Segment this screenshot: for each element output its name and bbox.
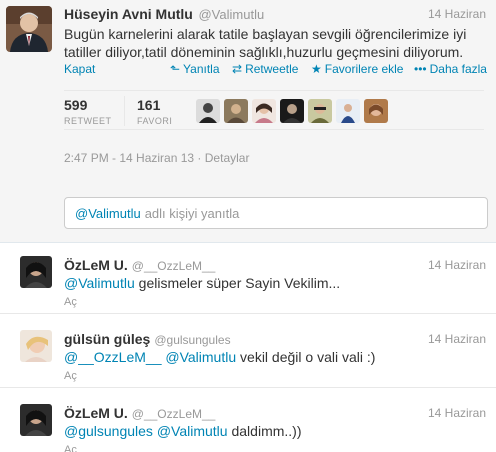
- open-link[interactable]: Aç: [64, 370, 77, 382]
- retweet-caption: RETWEET: [64, 116, 112, 126]
- reply-avatar[interactable]: [20, 256, 52, 288]
- reply-author-name[interactable]: ÖzLeM U.: [64, 405, 128, 421]
- tweet-text: Bugün karnelerini alarak tatile başlayan…: [64, 26, 467, 60]
- favorite-count: 161: [137, 97, 161, 113]
- retweet-count: 599: [64, 97, 88, 113]
- reply-author-name[interactable]: ÖzLeM U.: [64, 257, 128, 273]
- reply-author-screenname[interactable]: @gulsungules: [154, 333, 230, 347]
- mention-link[interactable]: @Valimutlu: [165, 349, 236, 365]
- retweet-button[interactable]: ⇄ Retweetle: [232, 62, 298, 76]
- meta-separator: ·: [197, 151, 202, 165]
- star-icon: ★: [311, 62, 322, 76]
- favorite-button[interactable]: ★ Favorilere ekle: [311, 62, 403, 76]
- reply-arrow-icon: ⬑: [170, 62, 181, 76]
- tweet-timestamp: 2:47 PM - 14 Haziran 13: [64, 151, 195, 165]
- favoriter-avatar[interactable]: [196, 99, 220, 123]
- more-dots-icon: •••: [414, 62, 427, 76]
- reply-input[interactable]: @Valimutlu adlı kişiyi yanıtla: [64, 197, 488, 229]
- reply-time[interactable]: 14 Haziran: [428, 258, 486, 272]
- reply-body: gelismeler süper Sayin Vekilim...: [138, 275, 341, 291]
- tweet-header: Hüseyin Avni Mutlu @Valimutlu 14 Haziran: [64, 6, 486, 24]
- close-link[interactable]: Kapat: [64, 62, 95, 76]
- more-label: Daha fazla: [429, 62, 487, 76]
- reply-placeholder: adlı kişiyi yanıtla: [144, 206, 240, 221]
- expanded-tweet: Hüseyin Avni Mutlu @Valimutlu 14 Haziran…: [0, 0, 496, 243]
- retweet-label: Retweetle: [245, 62, 299, 76]
- reply-text: @__OzzLeM__ @Valimutlu vekil değil o val…: [64, 349, 375, 365]
- reply-tweet[interactable]: ÖzLeM U. @__OzzLeM__ 14 Haziran @gulsungu…: [0, 392, 496, 452]
- retweet-stat[interactable]: 599 RETWEET: [64, 97, 112, 126]
- open-link[interactable]: Aç: [64, 444, 77, 452]
- author-avatar[interactable]: [6, 6, 52, 52]
- details-link[interactable]: Detaylar: [205, 151, 250, 165]
- tweet-stats: 599 RETWEET 161 FAVORI: [64, 90, 484, 130]
- favoriter-avatar[interactable]: [224, 99, 248, 123]
- reply-mention: @Valimutlu: [75, 206, 141, 221]
- favoriter-avatar[interactable]: [308, 99, 332, 123]
- reply-author: ÖzLeM U. @__OzzLeM__: [64, 257, 215, 273]
- reply-body: vekil değil o vali vali :): [240, 349, 376, 365]
- reply-author-screenname[interactable]: @__OzzLeM__: [132, 407, 216, 421]
- favorite-caption: FAVORI: [137, 116, 173, 126]
- reply-time[interactable]: 14 Haziran: [428, 332, 486, 346]
- favoriter-avatar[interactable]: [336, 99, 360, 123]
- favorite-stat[interactable]: 161 FAVORI: [137, 97, 172, 126]
- reply-text: @gulsungules @Valimutlu daldimm..)): [64, 423, 302, 439]
- stats-divider: [124, 96, 125, 126]
- mention-link[interactable]: @__OzzLeM__: [64, 349, 161, 365]
- mention-link[interactable]: @Valimutlu: [64, 275, 135, 291]
- reply-avatar[interactable]: [20, 404, 52, 436]
- mention-link[interactable]: @gulsungules: [64, 423, 153, 439]
- favorite-label: Favorilere ekle: [324, 62, 404, 76]
- reply-label: Yanıtla: [183, 62, 220, 76]
- reply-author: ÖzLeM U. @__OzzLeM__: [64, 405, 215, 421]
- reply-author-screenname[interactable]: @__OzzLeM__: [132, 259, 216, 273]
- reply-tweet[interactable]: ÖzLeM U. @__OzzLeM__ 14 Haziran @Valimutl…: [0, 244, 496, 314]
- author-name[interactable]: Hüseyin Avni Mutlu: [64, 6, 193, 22]
- favoriter-avatar[interactable]: [364, 99, 388, 123]
- tweet-time[interactable]: 14 Haziran: [428, 7, 486, 21]
- reply-button[interactable]: ⬑ Yanıtla: [170, 62, 220, 76]
- mention-link[interactable]: @Valimutlu: [157, 423, 228, 439]
- favoriter-avatar[interactable]: [280, 99, 304, 123]
- reply-avatar[interactable]: [20, 330, 52, 362]
- reply-text: @Valimutlu gelismeler süper Sayin Vekili…: [64, 275, 340, 291]
- reply-author: gülsün güleş @gulsungules: [64, 331, 231, 347]
- tweet-actions: Kapat ⬑ Yanıtla ⇄ Retweetle ★ Favorilere ek…: [64, 62, 488, 78]
- reply-tweet[interactable]: gülsün güleş @gulsungules 14 Haziran @__O…: [0, 318, 496, 388]
- retweet-icon: ⇄: [232, 62, 243, 76]
- author-screenname[interactable]: @Valimutlu: [198, 7, 264, 22]
- reply-time[interactable]: 14 Haziran: [428, 406, 486, 420]
- more-button[interactable]: ••• Daha fazla: [414, 62, 487, 76]
- favoriter-avatar[interactable]: [252, 99, 276, 123]
- reply-body: daldimm..)): [231, 423, 302, 439]
- open-link[interactable]: Aç: [64, 296, 77, 308]
- tweet-meta: 2:47 PM - 14 Haziran 13 · Detaylar: [64, 151, 249, 165]
- reply-author-name[interactable]: gülsün güleş: [64, 331, 150, 347]
